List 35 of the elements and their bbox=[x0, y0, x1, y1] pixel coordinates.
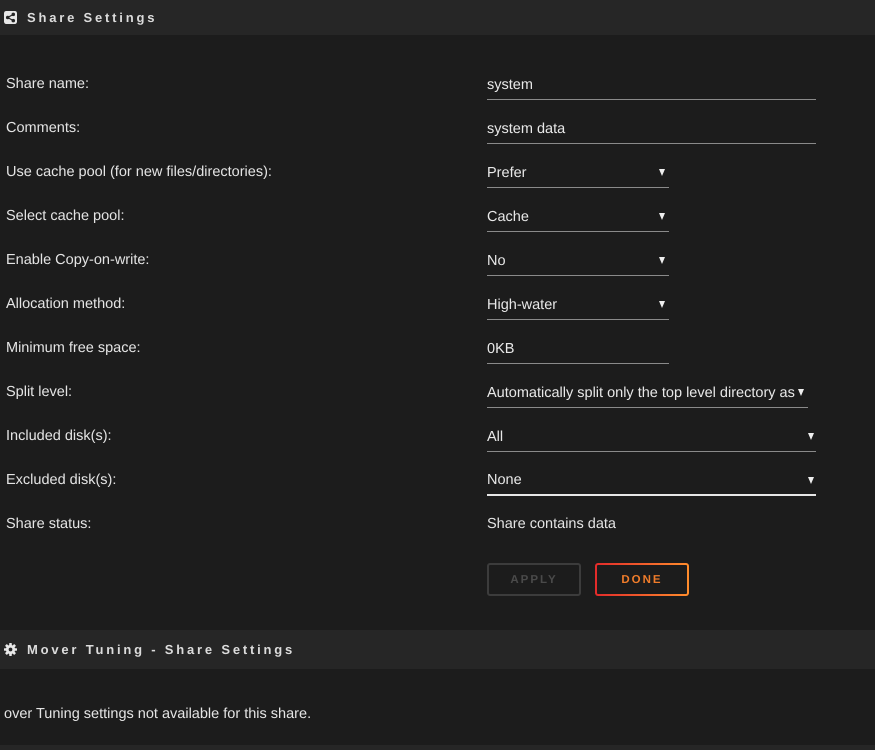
section-title: Share Settings bbox=[27, 10, 158, 25]
dropdown[interactable]: None bbox=[487, 464, 816, 496]
share-icon bbox=[4, 11, 17, 24]
field-label: Select cache pool: bbox=[5, 208, 124, 224]
field-label: Excluded disk(s): bbox=[5, 472, 116, 488]
section-title: Mover Tuning - Share Settings bbox=[27, 642, 296, 657]
caret-icon bbox=[659, 301, 665, 308]
field-label: Share status: bbox=[5, 516, 92, 532]
caret-icon bbox=[659, 169, 665, 176]
caret-icon bbox=[798, 389, 804, 396]
dropdown[interactable]: High-water bbox=[487, 288, 669, 320]
dropdown[interactable]: Cache bbox=[487, 200, 669, 232]
dropdown[interactable]: No bbox=[487, 244, 669, 276]
dropdown[interactable]: Prefer bbox=[487, 156, 669, 188]
caret-icon bbox=[659, 257, 665, 264]
dropdown[interactable]: Automatically split only the top level directory as bbox=[487, 376, 808, 408]
status-text: Share contains data bbox=[487, 516, 616, 532]
info-message: over Tuning settings not available for this share. bbox=[4, 706, 312, 722]
text-field[interactable]: system data bbox=[487, 112, 816, 144]
field-label: Minimum free space: bbox=[5, 340, 141, 356]
caret-icon bbox=[808, 476, 814, 484]
field-label: Split level: bbox=[5, 384, 72, 400]
text-field[interactable]: system bbox=[487, 68, 816, 100]
field-label: Included disk(s): bbox=[5, 428, 112, 444]
text-field[interactable]: 0KB bbox=[487, 332, 669, 364]
caret-icon bbox=[808, 433, 814, 440]
field-label: Allocation method: bbox=[5, 296, 126, 312]
dropdown[interactable]: All bbox=[487, 420, 816, 452]
done-button[interactable]: DONE bbox=[595, 563, 689, 596]
caret-icon bbox=[659, 213, 665, 220]
field-label: Comments: bbox=[5, 120, 80, 136]
gear-icon bbox=[4, 643, 17, 656]
field-label: Use cache pool (for new files/directories): bbox=[5, 164, 272, 180]
field-label: Enable Copy-on-write: bbox=[5, 252, 150, 268]
field-label: Share name: bbox=[5, 76, 90, 92]
